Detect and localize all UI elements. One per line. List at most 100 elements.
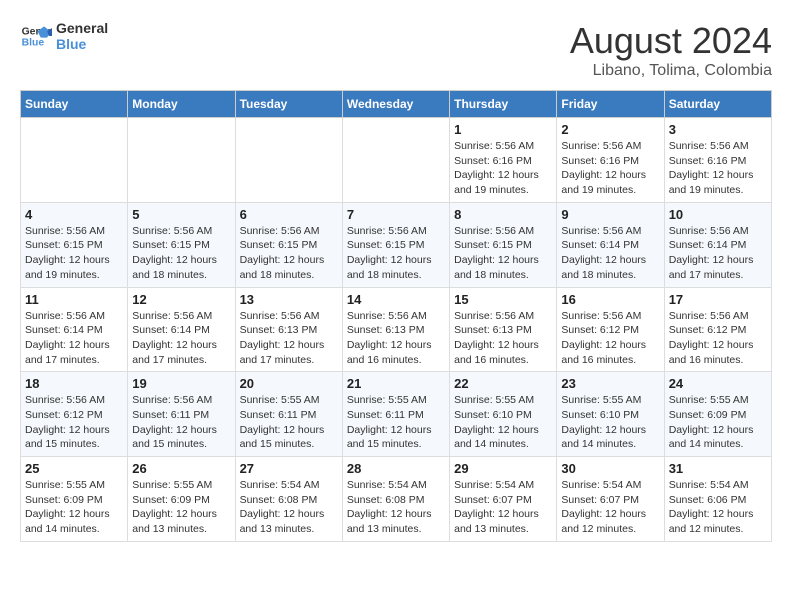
day-info: Sunrise: 5:55 AMSunset: 6:09 PMDaylight:… bbox=[669, 393, 767, 452]
day-info: Sunrise: 5:54 AMSunset: 6:07 PMDaylight:… bbox=[454, 478, 552, 537]
day-number: 5 bbox=[132, 207, 230, 222]
day-info: Sunrise: 5:55 AMSunset: 6:11 PMDaylight:… bbox=[347, 393, 445, 452]
calendar-cell: 22 Sunrise: 5:55 AMSunset: 6:10 PMDayligh… bbox=[450, 372, 557, 457]
day-info: Sunrise: 5:56 AMSunset: 6:12 PMDaylight:… bbox=[25, 393, 123, 452]
day-number: 7 bbox=[347, 207, 445, 222]
day-number: 26 bbox=[132, 461, 230, 476]
calendar-cell: 11Sunrise: 5:56 AMSunset: 6:14 PMDayligh… bbox=[21, 287, 128, 372]
day-number: 29 bbox=[454, 461, 552, 476]
weekday-header-row: SundayMondayTuesdayWednesdayThursdayFrid… bbox=[21, 91, 772, 118]
weekday-header-friday: Friday bbox=[557, 91, 664, 118]
day-info: Sunrise: 5:56 AMSunset: 6:15 PMDaylight:… bbox=[454, 224, 552, 283]
day-info: Sunrise: 5:56 AMSunset: 6:16 PMDaylight:… bbox=[454, 139, 552, 198]
calendar-cell: 8 Sunrise: 5:56 AMSunset: 6:15 PMDaylight… bbox=[450, 202, 557, 287]
calendar-cell: 19Sunrise: 5:56 AMSunset: 6:11 PMDayligh… bbox=[128, 372, 235, 457]
day-number: 27 bbox=[240, 461, 338, 476]
day-number: 30 bbox=[561, 461, 659, 476]
day-info: Sunrise: 5:55 AMSunset: 6:11 PMDaylight:… bbox=[240, 393, 338, 452]
logo-general: General bbox=[56, 20, 108, 36]
day-info: Sunrise: 5:56 AMSunset: 6:16 PMDaylight:… bbox=[669, 139, 767, 198]
weekday-header-sunday: Sunday bbox=[21, 91, 128, 118]
calendar-cell: 29 Sunrise: 5:54 AMSunset: 6:07 PMDayligh… bbox=[450, 457, 557, 542]
day-info: Sunrise: 5:56 AMSunset: 6:14 PMDaylight:… bbox=[132, 309, 230, 368]
day-info: Sunrise: 5:55 AMSunset: 6:10 PMDaylight:… bbox=[454, 393, 552, 452]
day-info: Sunrise: 5:56 AMSunset: 6:13 PMDaylight:… bbox=[454, 309, 552, 368]
title-area: August 2024 Libano, Tolima, Colombia bbox=[570, 20, 772, 80]
day-info: Sunrise: 5:54 AMSunset: 6:07 PMDaylight:… bbox=[561, 478, 659, 537]
day-number: 4 bbox=[25, 207, 123, 222]
calendar-title: August 2024 bbox=[570, 20, 772, 62]
calendar-cell: 7 Sunrise: 5:56 AMSunset: 6:15 PMDaylight… bbox=[342, 202, 449, 287]
calendar-table: SundayMondayTuesdayWednesdayThursdayFrid… bbox=[20, 90, 772, 542]
logo-icon: General Blue bbox=[20, 20, 52, 52]
day-info: Sunrise: 5:56 AMSunset: 6:12 PMDaylight:… bbox=[561, 309, 659, 368]
svg-text:Blue: Blue bbox=[22, 38, 45, 49]
weekday-header-monday: Monday bbox=[128, 91, 235, 118]
day-info: Sunrise: 5:55 AMSunset: 6:09 PMDaylight:… bbox=[25, 478, 123, 537]
day-info: Sunrise: 5:56 AMSunset: 6:15 PMDaylight:… bbox=[347, 224, 445, 283]
calendar-cell: 27 Sunrise: 5:54 AMSunset: 6:08 PMDayligh… bbox=[235, 457, 342, 542]
calendar-cell: 12 Sunrise: 5:56 AMSunset: 6:14 PMDayligh… bbox=[128, 287, 235, 372]
day-info: Sunrise: 5:55 AMSunset: 6:10 PMDaylight:… bbox=[561, 393, 659, 452]
calendar-cell: 18 Sunrise: 5:56 AMSunset: 6:12 PMDayligh… bbox=[21, 372, 128, 457]
day-info: Sunrise: 5:56 AMSunset: 6:16 PMDaylight:… bbox=[561, 139, 659, 198]
day-number: 20 bbox=[240, 376, 338, 391]
day-info: Sunrise: 5:55 AMSunset: 6:09 PMDaylight:… bbox=[132, 478, 230, 537]
day-number: 16 bbox=[561, 292, 659, 307]
day-info: Sunrise: 5:56 AMSunset: 6:15 PMDaylight:… bbox=[25, 224, 123, 283]
calendar-cell bbox=[128, 118, 235, 203]
calendar-cell: 24 Sunrise: 5:55 AMSunset: 6:09 PMDayligh… bbox=[664, 372, 771, 457]
day-info: Sunrise: 5:56 AMSunset: 6:12 PMDaylight:… bbox=[669, 309, 767, 368]
day-number: 10 bbox=[669, 207, 767, 222]
week-row-4: 18 Sunrise: 5:56 AMSunset: 6:12 PMDayligh… bbox=[21, 372, 772, 457]
day-number: 12 bbox=[132, 292, 230, 307]
calendar-cell: 10 Sunrise: 5:56 AMSunset: 6:14 PMDayligh… bbox=[664, 202, 771, 287]
day-number: 14 bbox=[347, 292, 445, 307]
day-number: 2 bbox=[561, 122, 659, 137]
calendar-subtitle: Libano, Tolima, Colombia bbox=[570, 62, 772, 80]
calendar-cell bbox=[21, 118, 128, 203]
day-number: 23 bbox=[561, 376, 659, 391]
day-info: Sunrise: 5:56 AMSunset: 6:15 PMDaylight:… bbox=[132, 224, 230, 283]
day-number: 18 bbox=[25, 376, 123, 391]
day-number: 17 bbox=[669, 292, 767, 307]
day-number: 8 bbox=[454, 207, 552, 222]
calendar-cell: 5 Sunrise: 5:56 AMSunset: 6:15 PMDaylight… bbox=[128, 202, 235, 287]
calendar-cell: 1Sunrise: 5:56 AMSunset: 6:16 PMDaylight… bbox=[450, 118, 557, 203]
day-number: 22 bbox=[454, 376, 552, 391]
calendar-cell: 20 Sunrise: 5:55 AMSunset: 6:11 PMDayligh… bbox=[235, 372, 342, 457]
calendar-cell: 13 Sunrise: 5:56 AMSunset: 6:13 PMDayligh… bbox=[235, 287, 342, 372]
day-info: Sunrise: 5:54 AMSunset: 6:08 PMDaylight:… bbox=[240, 478, 338, 537]
calendar-cell: 9Sunrise: 5:56 AMSunset: 6:14 PMDaylight… bbox=[557, 202, 664, 287]
day-info: Sunrise: 5:56 AMSunset: 6:11 PMDaylight:… bbox=[132, 393, 230, 452]
calendar-cell: 2 Sunrise: 5:56 AMSunset: 6:16 PMDaylight… bbox=[557, 118, 664, 203]
calendar-cell: 15 Sunrise: 5:56 AMSunset: 6:13 PMDayligh… bbox=[450, 287, 557, 372]
week-row-2: 4 Sunrise: 5:56 AMSunset: 6:15 PMDaylight… bbox=[21, 202, 772, 287]
calendar-cell bbox=[235, 118, 342, 203]
calendar-cell: 28 Sunrise: 5:54 AMSunset: 6:08 PMDayligh… bbox=[342, 457, 449, 542]
day-number: 13 bbox=[240, 292, 338, 307]
day-info: Sunrise: 5:56 AMSunset: 6:13 PMDaylight:… bbox=[240, 309, 338, 368]
week-row-3: 11 Sunrise: 5:56 AMSunset: 6:14 PMDayligh… bbox=[21, 287, 772, 372]
day-number: 15 bbox=[454, 292, 552, 307]
day-number: 25 bbox=[25, 461, 123, 476]
day-info: Sunrise: 5:56 AMSunset: 6:15 PMDaylight:… bbox=[240, 224, 338, 283]
week-row-5: 25 Sunrise: 5:55 AMSunset: 6:09 PMDayligh… bbox=[21, 457, 772, 542]
calendar-cell: 16 Sunrise: 5:56 AMSunset: 6:12 PMDayligh… bbox=[557, 287, 664, 372]
day-number: 28 bbox=[347, 461, 445, 476]
calendar-cell: 6 Sunrise: 5:56 AMSunset: 6:15 PMDaylight… bbox=[235, 202, 342, 287]
day-info: Sunrise: 5:56 AMSunset: 6:14 PMDaylight:… bbox=[669, 224, 767, 283]
day-number: 9 bbox=[561, 207, 659, 222]
calendar-cell bbox=[342, 118, 449, 203]
day-number: 6 bbox=[240, 207, 338, 222]
calendar-cell: 21Sunrise: 5:55 AMSunset: 6:11 PMDayligh… bbox=[342, 372, 449, 457]
day-info: Sunrise: 5:54 AMSunset: 6:08 PMDaylight:… bbox=[347, 478, 445, 537]
day-number: 11 bbox=[25, 292, 123, 307]
weekday-header-wednesday: Wednesday bbox=[342, 91, 449, 118]
calendar-cell: 4 Sunrise: 5:56 AMSunset: 6:15 PMDaylight… bbox=[21, 202, 128, 287]
calendar-cell: 17 Sunrise: 5:56 AMSunset: 6:12 PMDayligh… bbox=[664, 287, 771, 372]
calendar-cell: 3Sunrise: 5:56 AMSunset: 6:16 PMDaylight… bbox=[664, 118, 771, 203]
calendar-cell: 25 Sunrise: 5:55 AMSunset: 6:09 PMDayligh… bbox=[21, 457, 128, 542]
day-number: 24 bbox=[669, 376, 767, 391]
calendar-cell: 26 Sunrise: 5:55 AMSunset: 6:09 PMDayligh… bbox=[128, 457, 235, 542]
